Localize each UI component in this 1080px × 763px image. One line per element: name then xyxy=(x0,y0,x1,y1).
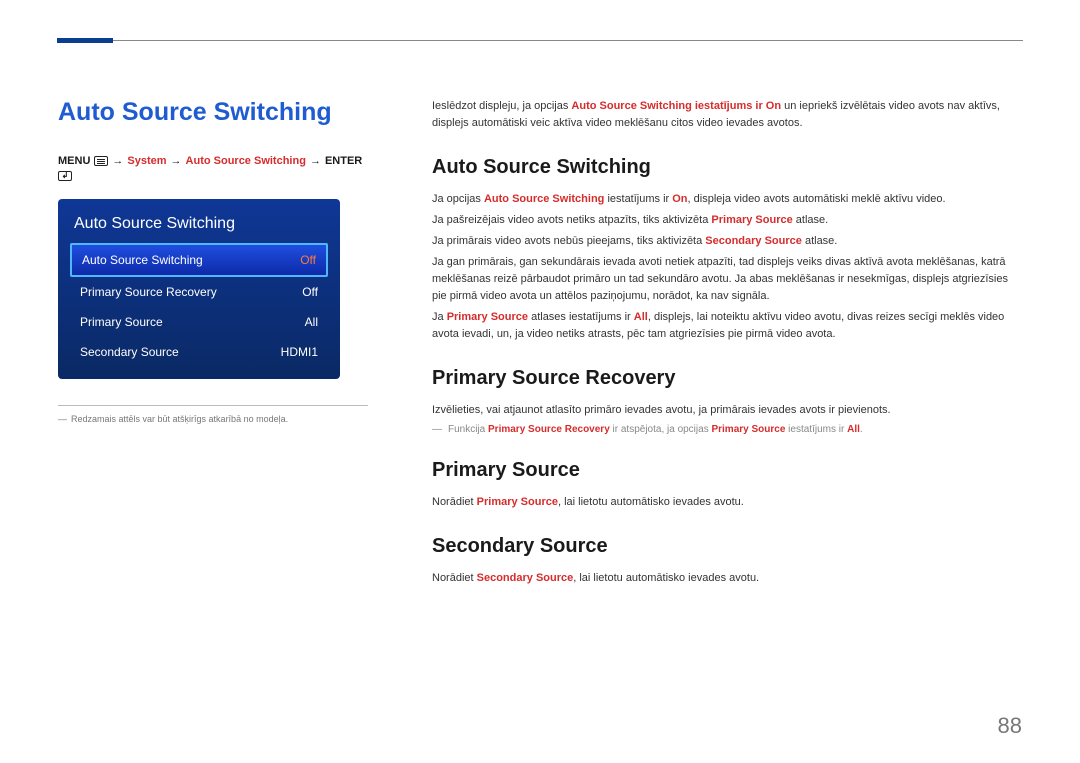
page-number: 88 xyxy=(998,713,1022,739)
header-rule xyxy=(57,40,1023,42)
ass-p5: Ja Primary Source atlases iestatījums ir… xyxy=(432,309,1022,343)
osd-row-primary-source[interactable]: Primary Source All xyxy=(70,307,328,337)
osd-row-secondary-source[interactable]: Secondary Source HDMI1 xyxy=(70,337,328,367)
left-column: Auto Source Switching MENU → System → Au… xyxy=(58,98,368,591)
osd-row-primary-source-recovery[interactable]: Primary Source Recovery Off xyxy=(70,277,328,307)
enter-label: ENTER xyxy=(325,155,362,167)
ps-p1: Norādiet Primary Source, lai lietotu aut… xyxy=(432,494,1022,511)
osd-row-label: Auto Source Switching xyxy=(82,253,203,267)
ass-p2: Ja pašreizējais video avots netiks atpaz… xyxy=(432,212,1022,229)
footnote-text: Redzamais attēls var būt atšķirīgs atkar… xyxy=(71,414,288,424)
ass-p4: Ja gan primārais, gan sekundārais ievada… xyxy=(432,254,1022,305)
osd-row-value: All xyxy=(305,315,318,329)
intro-paragraph: Ieslēdzot displeju, ja opcijas Auto Sour… xyxy=(432,98,1022,132)
system-label: System xyxy=(127,155,166,167)
menu-path: MENU → System → Auto Source Switching → … xyxy=(58,155,368,181)
divider xyxy=(58,405,368,406)
heading-secondary-source: Secondary Source xyxy=(432,535,1022,558)
ass-p3: Ja primārais video avots nebūs pieejams,… xyxy=(432,233,1022,250)
heading-auto-source-switching: Auto Source Switching xyxy=(432,156,1022,179)
enter-icon xyxy=(58,171,72,181)
ass-p1: Ja opcijas Auto Source Switching iestatī… xyxy=(432,191,1022,208)
osd-row-label: Secondary Source xyxy=(80,345,179,359)
dash-icon: ― xyxy=(58,414,67,424)
heading-primary-source: Primary Source xyxy=(432,459,1022,482)
header-accent xyxy=(57,38,113,43)
menu-icon xyxy=(94,156,108,166)
osd-panel: Auto Source Switching Auto Source Switch… xyxy=(58,199,340,379)
arrow-icon: → xyxy=(171,155,182,167)
osd-row-label: Primary Source xyxy=(80,315,163,329)
arrow-icon: → xyxy=(112,155,123,167)
osd-row-auto-source-switching[interactable]: Auto Source Switching Off xyxy=(70,243,328,277)
feature-label: Auto Source Switching xyxy=(186,155,306,167)
arrow-icon: → xyxy=(310,155,321,167)
dash-icon: ― xyxy=(432,424,442,435)
osd-row-label: Primary Source Recovery xyxy=(80,285,217,299)
osd-row-value: HDMI1 xyxy=(281,345,318,359)
osd-row-value: Off xyxy=(302,285,318,299)
psr-p1: Izvēlieties, vai atjaunot atlasīto primā… xyxy=(432,402,1022,419)
footnote: ― Redzamais attēls var būt atšķirīgs atk… xyxy=(58,414,368,424)
ss-p1: Norādiet Secondary Source, lai lietotu a… xyxy=(432,570,1022,587)
osd-row-value: Off xyxy=(300,253,316,267)
psr-note: ― Funkcija Primary Source Recovery ir at… xyxy=(432,424,1022,435)
right-column: Ieslēdzot displeju, ja opcijas Auto Sour… xyxy=(432,98,1022,591)
menu-label: MENU xyxy=(58,155,90,167)
osd-panel-header: Auto Source Switching xyxy=(70,211,328,243)
page-title: Auto Source Switching xyxy=(58,98,368,127)
heading-primary-source-recovery: Primary Source Recovery xyxy=(432,367,1022,390)
